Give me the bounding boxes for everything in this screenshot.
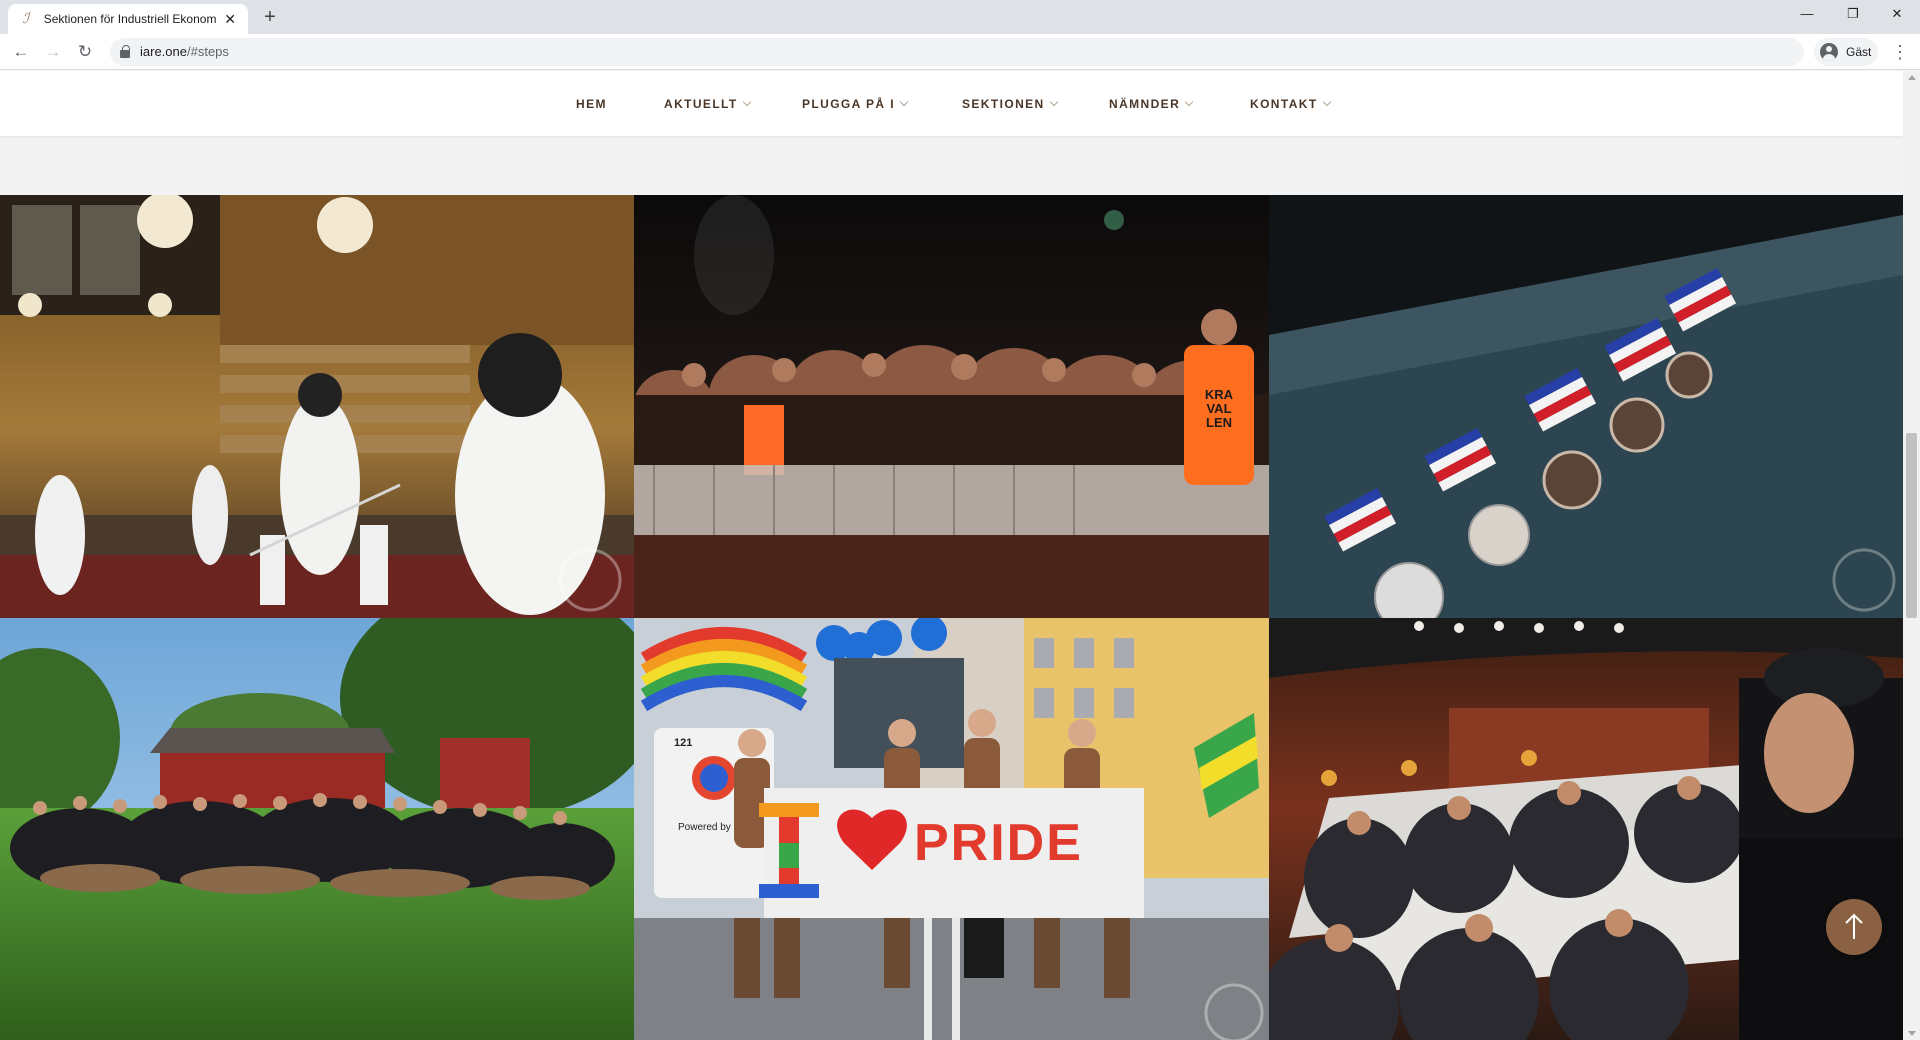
nav-item-label: PLUGGA PÅ I bbox=[802, 96, 895, 111]
page-scrollbar[interactable] bbox=[1903, 71, 1920, 1040]
maximize-window-button[interactable]: ❐ bbox=[1830, 0, 1876, 30]
scrollbar-thumb[interactable] bbox=[1906, 432, 1917, 618]
profile-button[interactable]: Gäst bbox=[1814, 38, 1878, 66]
nav-item-sektionen[interactable]: SEKTIONEN bbox=[962, 71, 1058, 136]
chevron-down-icon bbox=[899, 97, 909, 106]
tab-title: Sektionen för Industriell Ekonomi bbox=[43, 12, 217, 26]
nav-item-aktuellt[interactable]: AKTUELLT bbox=[664, 71, 751, 136]
browser-tab-bar: ℐ Sektionen för Industriell Ekonomi ✕ + … bbox=[0, 0, 1920, 34]
nav-item-label: NÄMNDER bbox=[1109, 96, 1181, 111]
scroll-up-icon[interactable] bbox=[1908, 75, 1916, 80]
back-button[interactable]: ← bbox=[8, 39, 34, 65]
tab-close-icon[interactable]: ✕ bbox=[222, 11, 238, 27]
photo-dinner[interactable] bbox=[1269, 618, 1903, 1040]
site-favicon-icon: ℐ bbox=[22, 11, 30, 27]
chevron-down-icon bbox=[742, 97, 751, 106]
address-bar[interactable]: iare.one/#steps bbox=[110, 38, 1804, 66]
guest-avatar-icon bbox=[1820, 43, 1838, 61]
photo-fencing[interactable] bbox=[0, 195, 634, 618]
site-navigation: HEM AKTUELLT PLUGGA PÅ I SEKTIONEN NÄMND… bbox=[0, 71, 1903, 136]
chevron-down-icon bbox=[1184, 97, 1194, 106]
vest-text-line-3: LEN bbox=[1206, 415, 1232, 430]
close-window-button[interactable]: ✕ bbox=[1874, 0, 1920, 30]
chevron-down-icon bbox=[1049, 97, 1058, 106]
scroll-down-icon[interactable] bbox=[1908, 1031, 1916, 1036]
arrow-up-icon bbox=[1845, 913, 1863, 939]
site-nav-list: HEM AKTUELLT PLUGGA PÅ I SEKTIONEN NÄMND… bbox=[0, 71, 1903, 136]
nav-item-hem[interactable]: HEM bbox=[576, 71, 607, 136]
nav-item-plugga[interactable]: PLUGGA PÅ I bbox=[802, 71, 909, 136]
nav-item-kontakt[interactable]: KONTAKT bbox=[1250, 71, 1331, 136]
bus-number: 121 bbox=[674, 737, 692, 749]
page-viewport: HEM AKTUELLT PLUGGA PÅ I SEKTIONEN NÄMND… bbox=[0, 71, 1920, 1040]
nav-item-label: HEM bbox=[576, 96, 607, 111]
group-photo-image bbox=[0, 618, 634, 1040]
photo-group[interactable] bbox=[0, 618, 634, 1040]
pride-photo-image: 121 Powered by Diver PRIDE bbox=[634, 618, 1269, 1040]
browser-toolbar: ← → ↻ iare.one/#steps Gäst ⋮ bbox=[0, 34, 1920, 70]
url-text[interactable]: iare.one/#steps bbox=[140, 44, 229, 59]
nav-item-namnder[interactable]: NÄMNDER bbox=[1109, 71, 1194, 136]
dinner-photo-image bbox=[1269, 618, 1903, 1040]
profile-label: Gäst bbox=[1846, 45, 1872, 59]
photo-medals[interactable] bbox=[1269, 195, 1903, 618]
nav-item-label: SEKTIONEN bbox=[962, 96, 1045, 111]
forward-button[interactable]: → bbox=[40, 39, 66, 65]
browser-menu-icon[interactable]: ⋮ bbox=[1890, 39, 1910, 65]
fencing-photo-image bbox=[0, 195, 634, 618]
new-tab-button[interactable]: + bbox=[258, 6, 282, 30]
pride-banner-word: PRIDE bbox=[914, 814, 1083, 872]
lock-icon[interactable] bbox=[120, 45, 130, 58]
medals-photo-image bbox=[1269, 195, 1903, 618]
browser-tab[interactable]: ℐ Sektionen för Industriell Ekonomi ✕ bbox=[8, 4, 248, 34]
photo-gallery: KRA VAL LEN 121 Powered by Diver PRIDE bbox=[0, 195, 1903, 1040]
nav-item-label: KONTAKT bbox=[1250, 96, 1318, 111]
concert-photo-image: KRA VAL LEN bbox=[634, 195, 1269, 618]
vest-text-line-2: VAL bbox=[1206, 401, 1231, 416]
photo-pride[interactable]: 121 Powered by Diver PRIDE bbox=[634, 618, 1269, 1040]
url-host: iare.one bbox=[140, 44, 187, 59]
reload-button[interactable]: ↻ bbox=[72, 39, 98, 65]
nav-item-label: AKTUELLT bbox=[664, 96, 738, 111]
scroll-to-top-button[interactable] bbox=[1826, 899, 1882, 955]
vest-text-line-1: KRA bbox=[1205, 387, 1234, 402]
photo-concert[interactable]: KRA VAL LEN bbox=[634, 195, 1269, 618]
chevron-down-icon bbox=[1322, 97, 1331, 106]
minimize-window-button[interactable]: — bbox=[1784, 0, 1830, 30]
url-path: /#steps bbox=[186, 44, 229, 59]
